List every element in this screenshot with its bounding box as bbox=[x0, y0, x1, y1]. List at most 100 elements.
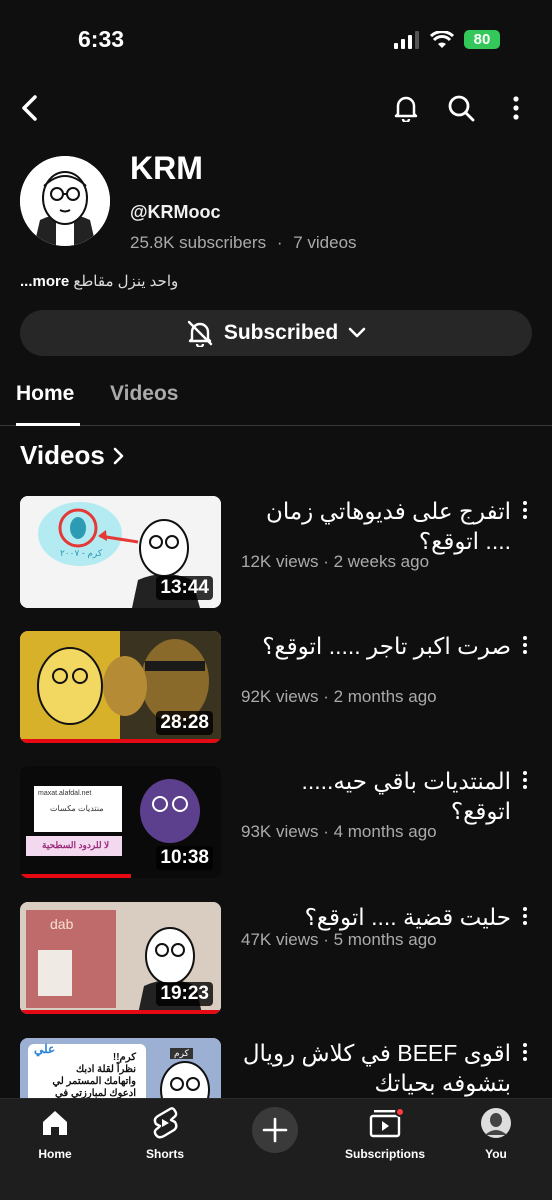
notification-dot bbox=[395, 1107, 405, 1117]
channel-avatar[interactable] bbox=[20, 156, 110, 246]
thumbnail-letter-line: ادعوك لمبارزتي في bbox=[55, 1088, 136, 1098]
bell-off-icon bbox=[187, 320, 213, 347]
video-item[interactable]: 28:28 صرت اكبر تاجر ..... اتوقع؟ 92K vie… bbox=[20, 631, 532, 746]
video-views: 93K views bbox=[241, 822, 319, 841]
avatar-cartoon-icon bbox=[20, 156, 110, 246]
video-count: 7 videos bbox=[293, 233, 357, 252]
tab-home[interactable]: Home bbox=[16, 382, 74, 406]
video-views: 12K views bbox=[241, 552, 319, 571]
video-title[interactable]: اتفرج على فديوهاتي زمان .... اتوقع؟ bbox=[241, 496, 511, 556]
back-button[interactable] bbox=[10, 88, 50, 128]
more-link[interactable]: ...more bbox=[20, 273, 69, 290]
video-thumbnail[interactable]: maxat.alafdal.net منتديات مكسات لا للردو… bbox=[20, 766, 221, 878]
video-item[interactable]: maxat.alafdal.net منتديات مكسات لا للردو… bbox=[20, 766, 532, 881]
channel-stats: 25.8K subscribers · 7 videos bbox=[130, 233, 357, 253]
thumbnail-brand: dab bbox=[50, 916, 74, 932]
video-thumbnail[interactable]: علي كرم!! نظراً لقلة ادبك واتهامك المستم… bbox=[20, 1038, 221, 1098]
thumbnail-letter-line: نظراً لقلة ادبك bbox=[75, 1064, 136, 1075]
bottom-nav: Home Shorts Subscriptions You bbox=[0, 1098, 552, 1200]
video-thumbnail[interactable]: كرم - ٢٠٠٧ 13:44 bbox=[20, 496, 221, 608]
video-thumbnail[interactable]: dab 19:23 bbox=[20, 902, 221, 1014]
thumbnail-banner: لا للردود السطحية bbox=[42, 840, 110, 850]
video-title[interactable]: حليت قضية .... اتوقع؟ bbox=[241, 902, 511, 932]
plus-icon bbox=[262, 1117, 288, 1143]
nav-shorts[interactable]: Shorts bbox=[110, 1105, 220, 1161]
search-icon bbox=[448, 95, 475, 122]
nav-subscriptions-label: Subscriptions bbox=[344, 1147, 425, 1161]
more-vertical-icon bbox=[513, 96, 519, 120]
back-arrow-icon bbox=[22, 95, 37, 121]
home-icon bbox=[43, 1111, 67, 1135]
video-title[interactable]: المنتديات باقي حيه..... اتوقع؟ bbox=[241, 766, 511, 826]
video-age: 2 weeks ago bbox=[333, 552, 430, 571]
thumbnail-speaker-tag: كرم bbox=[170, 1048, 193, 1059]
avatar bbox=[481, 1108, 511, 1138]
create-button[interactable] bbox=[252, 1107, 298, 1153]
status-time: 6:33 bbox=[78, 26, 125, 52]
watch-progress-bar bbox=[20, 874, 131, 878]
channel-header: KRM @KRMooc 25.8K subscribers · 7 videos bbox=[20, 150, 532, 260]
description-text: واحد ينزل مقاطع bbox=[73, 273, 179, 290]
top-nav bbox=[0, 88, 552, 128]
chevron-down-icon bbox=[348, 327, 366, 338]
thumbnail-letter-line: واتهامك المستمر لي bbox=[52, 1076, 136, 1087]
tab-videos[interactable]: Videos bbox=[110, 382, 178, 406]
wifi-icon bbox=[430, 30, 454, 48]
video-title[interactable]: اقوى BEEF في كلاش رويال بتشوفه بحياتك bbox=[241, 1038, 511, 1098]
bell-icon bbox=[394, 96, 418, 122]
channel-handle: @KRMooc bbox=[130, 202, 221, 222]
status-bar: 6:33 80 bbox=[0, 0, 552, 80]
thumbnail-forum-name: منتديات مكسات bbox=[50, 804, 104, 813]
video-meta: 47K views · 5 months ago bbox=[241, 930, 437, 949]
section-title: Videos bbox=[20, 440, 105, 470]
video-more-button[interactable] bbox=[518, 768, 532, 792]
thumbnail-letter-text: كرم!! نظراً لقلة ادبك واتهامك المستمر لي… bbox=[36, 1052, 136, 1098]
nav-you[interactable]: You bbox=[441, 1105, 551, 1161]
channel-description[interactable]: ...more واحد ينزل مقاطع bbox=[20, 272, 178, 290]
video-duration: 19:23 bbox=[156, 982, 213, 1006]
video-meta: 92K views · 2 months ago bbox=[241, 687, 437, 706]
video-meta: 93K views · 4 months ago bbox=[241, 822, 437, 841]
video-views: 92K views bbox=[241, 687, 319, 706]
video-item[interactable]: كرم - ٢٠٠٧ 13:44 اتفرج على فديوهاتي زمان… bbox=[20, 496, 532, 611]
watch-progress-bar bbox=[20, 1010, 221, 1014]
more-options-button[interactable] bbox=[496, 88, 536, 128]
thumbnail-caption: كرم - ٢٠٠٧ bbox=[60, 548, 103, 558]
subscribed-button[interactable]: Subscribed bbox=[20, 310, 532, 356]
video-meta: 12K views · 2 weeks ago bbox=[241, 552, 430, 571]
video-duration: 28:28 bbox=[156, 711, 213, 735]
video-age: 4 months ago bbox=[333, 822, 437, 841]
chevron-right-icon bbox=[113, 447, 124, 464]
video-item[interactable]: dab 19:23 حليت قضية .... اتوقع؟ 47K view… bbox=[20, 902, 532, 1017]
signal-icon bbox=[394, 30, 419, 49]
video-more-button[interactable] bbox=[518, 633, 532, 657]
watch-progress-bar bbox=[20, 739, 221, 743]
video-views: 47K views bbox=[241, 930, 319, 949]
video-title[interactable]: صرت اكبر تاجر ..... اتوقع؟ bbox=[241, 631, 511, 661]
search-button[interactable] bbox=[441, 88, 481, 128]
video-age: 2 months ago bbox=[333, 687, 437, 706]
video-item[interactable]: علي كرم!! نظراً لقلة ادبك واتهامك المستم… bbox=[20, 1038, 532, 1098]
notifications-button[interactable] bbox=[386, 88, 426, 128]
nav-home[interactable]: Home bbox=[0, 1105, 110, 1161]
nav-subscriptions[interactable]: Subscriptions bbox=[330, 1105, 440, 1161]
video-thumbnail[interactable]: 28:28 bbox=[20, 631, 221, 743]
video-more-button[interactable] bbox=[518, 1040, 532, 1064]
channel-tabs: Home Videos bbox=[0, 376, 552, 426]
nav-you-label: You bbox=[485, 1147, 507, 1161]
thumbnail-url: maxat.alafdal.net bbox=[38, 790, 92, 797]
nav-home-label: Home bbox=[38, 1147, 72, 1161]
video-more-button[interactable] bbox=[518, 498, 532, 522]
thumbnail-letter-line: كرم!! bbox=[112, 1052, 136, 1063]
video-duration: 13:44 bbox=[156, 576, 213, 600]
subscriber-count: 25.8K subscribers bbox=[130, 233, 267, 252]
active-tab-indicator bbox=[16, 423, 80, 426]
video-more-button[interactable] bbox=[518, 904, 532, 928]
status-icons: 80 bbox=[394, 30, 500, 49]
channel-name: KRM bbox=[130, 150, 203, 186]
subscribed-label: Subscribed bbox=[223, 321, 339, 344]
battery-indicator: 80 bbox=[464, 30, 500, 49]
video-age: 5 months ago bbox=[333, 930, 437, 949]
videos-section-header[interactable]: Videos bbox=[20, 440, 125, 471]
meta-separator: · bbox=[276, 233, 283, 252]
